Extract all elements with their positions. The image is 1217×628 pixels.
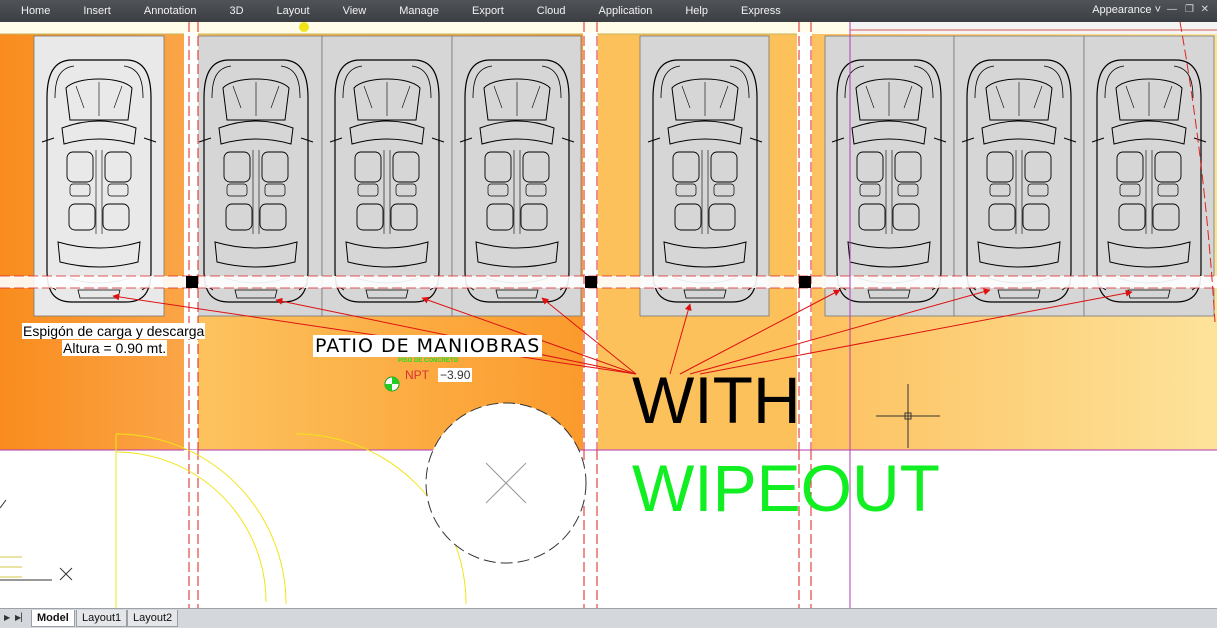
- npt-value: −3.90: [438, 368, 473, 382]
- menu-insert[interactable]: Insert: [62, 5, 123, 17]
- minimize-icon[interactable]: —: [1167, 4, 1177, 15]
- layout-tab-bar: ▶ ▶▏ Model Layout1 Layout2: [0, 608, 1217, 628]
- tab-layout1[interactable]: Layout1: [76, 610, 128, 627]
- spigot-height-label: Altura = 0.90 mt.: [62, 340, 168, 356]
- menu-home[interactable]: Home: [0, 5, 62, 17]
- menu-application[interactable]: Application: [578, 5, 665, 17]
- menu-view[interactable]: View: [322, 5, 379, 17]
- menu-annotation[interactable]: Annotation: [123, 5, 209, 17]
- tab-layout2[interactable]: Layout2: [127, 610, 179, 627]
- menu-cloud[interactable]: Cloud: [516, 5, 578, 17]
- close-icon[interactable]: ✕: [1201, 4, 1209, 15]
- appearance-dropdown[interactable]: Appearance ˅: [1092, 4, 1161, 16]
- piso-label: PISO DE CONCRETO: [398, 358, 459, 364]
- wipeout-circle: [425, 402, 587, 564]
- npt-label: NPT: [405, 368, 429, 382]
- next-tab-icon[interactable]: ▶▏: [15, 613, 27, 622]
- cad-drawing: [0, 22, 1217, 608]
- first-tab-icon[interactable]: ▶: [4, 613, 10, 622]
- menu-3d[interactable]: 3D: [208, 5, 255, 17]
- menu-layout[interactable]: Layout: [256, 5, 322, 17]
- spigot-label: Espigón de carga y descarga: [22, 323, 206, 339]
- appearance-label: Appearance: [1092, 4, 1152, 16]
- menu-export[interactable]: Export: [451, 5, 516, 17]
- menu-manage[interactable]: Manage: [378, 5, 451, 17]
- menu-help[interactable]: Help: [664, 5, 720, 17]
- grid-marker: [299, 22, 309, 32]
- patio-title: PATIO DE MANIOBRAS: [313, 335, 543, 357]
- wipeout-text: WIPEOUT: [632, 451, 940, 525]
- menu-bar: Home Insert Annotation 3D Layout View Ma…: [0, 0, 1217, 22]
- menu-express[interactable]: Express: [720, 5, 793, 17]
- with-text: WITH: [632, 363, 801, 437]
- drawing-canvas[interactable]: Espigón de carga y descarga Altura = 0.9…: [0, 22, 1217, 608]
- level-marker-icon: [384, 376, 400, 392]
- chevron-down-icon: ˅: [1151, 4, 1161, 16]
- tab-model[interactable]: Model: [31, 610, 75, 627]
- restore-icon[interactable]: ❐: [1185, 4, 1194, 15]
